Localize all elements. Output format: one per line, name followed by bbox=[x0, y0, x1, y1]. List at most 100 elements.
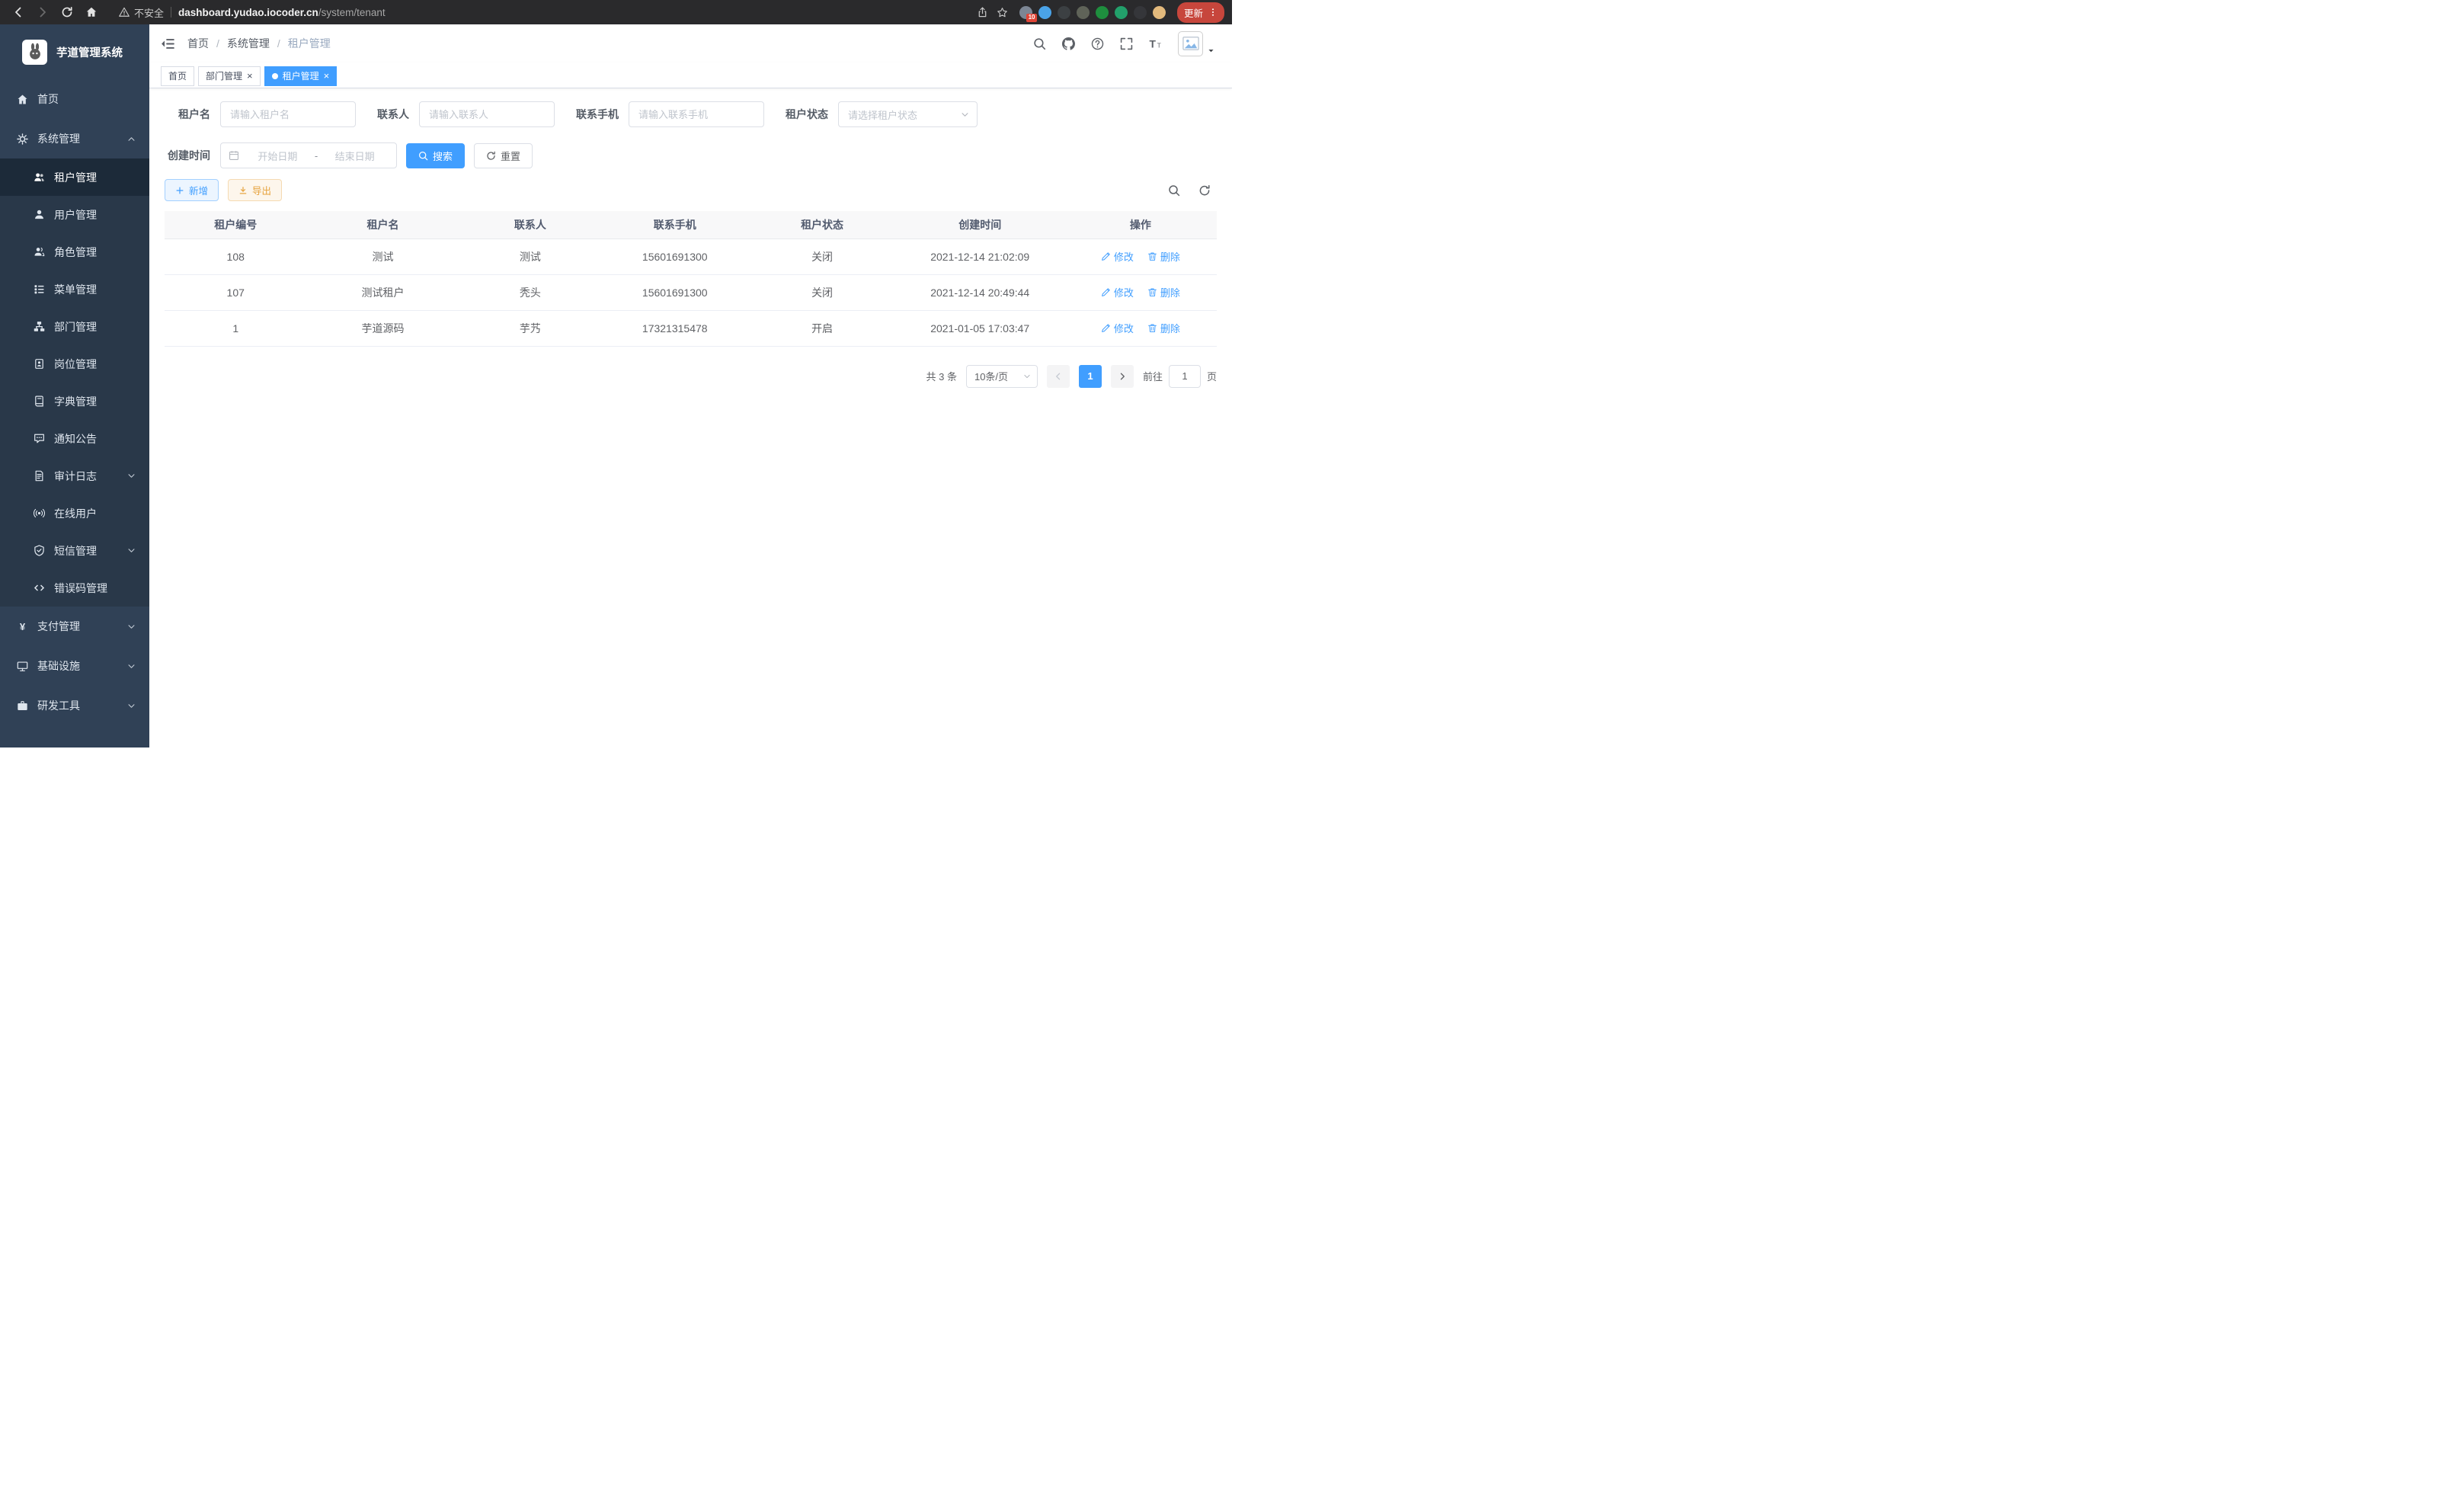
pay-icon: ¥ bbox=[17, 621, 28, 632]
close-tab-icon[interactable]: × bbox=[247, 71, 253, 81]
help-icon[interactable] bbox=[1091, 37, 1104, 50]
font-size-icon[interactable]: TT bbox=[1149, 37, 1162, 50]
toggle-search-icon[interactable] bbox=[1168, 184, 1180, 197]
svg-text:T: T bbox=[1150, 37, 1157, 50]
warning-icon bbox=[119, 7, 130, 18]
date-range-picker[interactable]: 开始日期 - 结束日期 bbox=[220, 142, 397, 168]
search-icon[interactable] bbox=[1033, 37, 1046, 50]
extension-6-icon[interactable] bbox=[1115, 6, 1128, 19]
reset-button[interactable]: 重置 bbox=[474, 143, 533, 168]
reload-icon[interactable] bbox=[56, 2, 78, 22]
address-bar[interactable]: 不安全 dashboard.yudao.iocoder.cn/system/te… bbox=[119, 5, 386, 20]
tab-1[interactable]: 部门管理× bbox=[198, 66, 261, 86]
sidebar-item-3[interactable]: 用户管理 bbox=[0, 196, 149, 233]
sidebar-item-13[interactable]: 错误码管理 bbox=[0, 569, 149, 607]
sidebar-item-1[interactable]: 系统管理 bbox=[0, 119, 149, 158]
tenant-icon bbox=[34, 171, 45, 183]
status-select[interactable]: 请选择租户状态 bbox=[838, 101, 978, 127]
sidebar-item-11[interactable]: 在线用户 bbox=[0, 495, 149, 532]
user-menu[interactable] bbox=[1178, 31, 1215, 56]
avatar[interactable] bbox=[1178, 31, 1203, 56]
edit-button[interactable]: 修改 bbox=[1101, 285, 1134, 299]
sidebar-item-8[interactable]: 字典管理 bbox=[0, 383, 149, 420]
errcode-icon bbox=[34, 582, 45, 594]
delete-button[interactable]: 删除 bbox=[1147, 321, 1180, 335]
cell-contact: 秃头 bbox=[459, 274, 601, 310]
sidebar-item-5[interactable]: 菜单管理 bbox=[0, 271, 149, 308]
breadcrumb-item-1[interactable]: 系统管理 bbox=[227, 36, 270, 51]
column-header-5: 创建时间 bbox=[896, 211, 1064, 238]
forward-icon[interactable] bbox=[32, 2, 53, 22]
menu-dots-icon[interactable] bbox=[1208, 8, 1218, 17]
extension-7-icon[interactable] bbox=[1134, 6, 1147, 19]
delete-button[interactable]: 删除 bbox=[1147, 285, 1180, 299]
total-count: 共 3 条 bbox=[926, 369, 957, 383]
sidebar-item-7[interactable]: 岗位管理 bbox=[0, 345, 149, 383]
fullscreen-icon[interactable] bbox=[1120, 37, 1133, 50]
chevron-up-icon bbox=[127, 135, 136, 143]
sidebar-item-9[interactable]: 通知公告 bbox=[0, 420, 149, 457]
notice-icon bbox=[34, 433, 45, 444]
sidebar-item-0[interactable]: 首页 bbox=[0, 79, 149, 119]
browser-home-icon[interactable] bbox=[81, 2, 102, 22]
sidebar-item-15[interactable]: 基础设施 bbox=[0, 646, 149, 686]
edit-button[interactable]: 修改 bbox=[1101, 249, 1134, 264]
gear-icon bbox=[17, 133, 28, 145]
refresh-table-icon[interactable] bbox=[1198, 184, 1211, 197]
delete-button[interactable]: 删除 bbox=[1147, 249, 1180, 264]
sms-icon bbox=[34, 545, 45, 556]
menu-list-icon bbox=[34, 283, 45, 295]
sidebar-item-14[interactable]: ¥ 支付管理 bbox=[0, 607, 149, 646]
next-page-button[interactable] bbox=[1111, 365, 1134, 388]
page-size-value: 10条/页 bbox=[974, 369, 1008, 383]
edit-button[interactable]: 修改 bbox=[1101, 321, 1134, 335]
extension-1-icon[interactable]: 10 bbox=[1019, 6, 1032, 19]
delete-icon bbox=[1147, 287, 1157, 297]
logo[interactable]: 芋道管理系统 bbox=[0, 24, 149, 79]
extension-4-icon[interactable] bbox=[1077, 6, 1090, 19]
date-end-placeholder[interactable]: 结束日期 bbox=[321, 149, 389, 163]
extension-2-icon[interactable] bbox=[1038, 6, 1051, 19]
github-icon[interactable] bbox=[1062, 37, 1075, 50]
goto-page-input[interactable] bbox=[1169, 365, 1201, 388]
phone-input[interactable] bbox=[629, 101, 764, 127]
breadcrumb-separator: / bbox=[277, 37, 280, 50]
arrow-right-icon bbox=[1118, 372, 1127, 381]
search-button[interactable]: 搜索 bbox=[406, 143, 465, 168]
prev-page-button[interactable] bbox=[1047, 365, 1070, 388]
sidebar-item-4[interactable]: 角色管理 bbox=[0, 233, 149, 271]
svg-text:¥: ¥ bbox=[20, 621, 26, 632]
close-tab-icon[interactable]: × bbox=[324, 71, 330, 81]
tab-0[interactable]: 首页 bbox=[161, 66, 194, 86]
collapse-sidebar-icon[interactable] bbox=[161, 37, 175, 51]
url-domain[interactable]: dashboard.yudao.iocoder.cn bbox=[178, 7, 318, 18]
share-icon[interactable] bbox=[977, 7, 988, 18]
export-button[interactable]: 导出 bbox=[228, 179, 282, 201]
sidebar-item-16[interactable]: 研发工具 bbox=[0, 686, 149, 725]
bookmark-star-icon[interactable] bbox=[997, 7, 1008, 18]
contact-input[interactable] bbox=[419, 101, 555, 127]
tab-2[interactable]: 租户管理× bbox=[264, 66, 338, 86]
column-header-2: 联系人 bbox=[459, 211, 601, 238]
sidebar-item-12[interactable]: 短信管理 bbox=[0, 532, 149, 569]
extension-5-icon[interactable] bbox=[1096, 6, 1109, 19]
security-label[interactable]: 不安全 bbox=[134, 5, 164, 20]
cell-tenant-name: 测试租户 bbox=[306, 274, 459, 310]
sidebar-item-6[interactable]: 部门管理 bbox=[0, 308, 149, 345]
url-path[interactable]: /system/tenant bbox=[318, 7, 386, 18]
tenant-name-input[interactable] bbox=[220, 101, 356, 127]
date-start-placeholder[interactable]: 开始日期 bbox=[244, 149, 312, 163]
sidebar-item-10[interactable]: 审计日志 bbox=[0, 457, 149, 495]
calendar-icon bbox=[229, 150, 239, 161]
update-button[interactable]: 更新 bbox=[1177, 2, 1224, 23]
back-icon[interactable] bbox=[8, 2, 29, 22]
page-1-button[interactable]: 1 bbox=[1079, 365, 1102, 388]
profile-icon[interactable] bbox=[1153, 6, 1166, 19]
add-button[interactable]: 新增 bbox=[165, 179, 219, 201]
extension-3-icon[interactable] bbox=[1058, 6, 1070, 19]
sidebar-item-2[interactable]: 租户管理 bbox=[0, 158, 149, 196]
chevron-down-icon bbox=[1023, 373, 1031, 380]
breadcrumb-item-0[interactable]: 首页 bbox=[187, 36, 209, 51]
page-size-select[interactable]: 10条/页 bbox=[966, 365, 1038, 388]
chevron-down-icon bbox=[127, 702, 136, 710]
